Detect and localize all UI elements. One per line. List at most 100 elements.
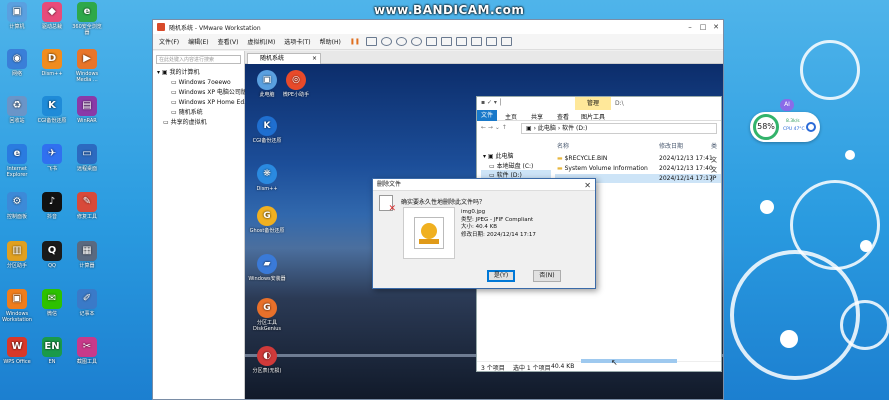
address-bar[interactable]: ▣ › 此电脑 › 软件 (D:) bbox=[521, 123, 717, 134]
desktop-icon[interactable]: ▣ Windows Workstation bbox=[0, 289, 34, 323]
guest-desktop-icon[interactable]: G Ghost备份还原 bbox=[248, 206, 286, 234]
guest-desktop-icon[interactable]: ◎ 微PE小助手 bbox=[277, 70, 315, 98]
desktop-icon[interactable]: ▤ WinRAR bbox=[70, 96, 104, 124]
vmware-titlebar[interactable]: 随机系统 - VMware Workstation – □ ✕ bbox=[153, 20, 723, 34]
system-monitor-widget[interactable]: 58% 8.3k/s CPU 47°C bbox=[750, 112, 820, 142]
status-bar: 3 个项目 选中 1 个项目 40.4 KB ↖ bbox=[477, 358, 721, 372]
pause-icon[interactable]: ❚❚ bbox=[350, 38, 360, 45]
desktop-icon[interactable]: Q QQ bbox=[35, 241, 69, 269]
ribbon-tab-share[interactable]: 共享 bbox=[531, 112, 543, 121]
menu-tabs[interactable]: 选项卡(T) bbox=[284, 37, 310, 46]
address-row: ← → ⌄ ↑ ▣ › 此电脑 › 软件 (D:) bbox=[477, 123, 721, 135]
desktop-icon[interactable]: ✈ 飞书 bbox=[35, 144, 69, 172]
stretch-icon[interactable] bbox=[500, 37, 512, 46]
desktop-icon-label: 远程桌面 bbox=[76, 166, 97, 172]
nav-pane-drive-c[interactable]: ▭ 本地磁盘 (C:) bbox=[489, 161, 533, 170]
revert-snapshot-icon[interactable] bbox=[395, 37, 407, 46]
dialog-titlebar[interactable]: 删除文件 ✕ bbox=[373, 179, 595, 191]
ai-badge[interactable]: AI bbox=[780, 99, 794, 111]
col-type[interactable]: 类 bbox=[711, 141, 717, 150]
desktop-icon[interactable]: ◆ 驱动总裁 bbox=[35, 2, 69, 30]
quick-access-icons[interactable]: ▪ ✓ ▾ │ bbox=[481, 99, 502, 106]
desktop-icon[interactable]: ▶ Windows Media ... bbox=[70, 49, 104, 83]
desktop-icon[interactable]: ♪ 抖音 bbox=[35, 192, 69, 220]
desktop-icon[interactable]: e Internet Explorer bbox=[0, 144, 34, 178]
desktop-icon[interactable]: ▥ 分区助手 bbox=[0, 241, 34, 269]
snapshot-manager-icon[interactable] bbox=[410, 37, 422, 46]
console-view-icon[interactable] bbox=[485, 37, 497, 46]
tree-my-computer[interactable]: ▾ ▣ 我的计算机 bbox=[153, 68, 244, 78]
desktop-icon[interactable]: ▦ 计算器 bbox=[70, 241, 104, 269]
desktop-icon[interactable]: e 360安全浏览器 bbox=[70, 2, 104, 36]
dialog-close-icon[interactable]: ✕ bbox=[584, 180, 591, 192]
wallpaper-dot bbox=[760, 200, 774, 214]
col-name[interactable]: 名称 bbox=[557, 141, 569, 150]
file-date: 2024/12/13 17:40 bbox=[659, 165, 713, 172]
col-date[interactable]: 修改日期 bbox=[659, 141, 683, 150]
unity-icon[interactable] bbox=[470, 37, 482, 46]
thumbnail-icon[interactable] bbox=[440, 37, 452, 46]
tree-vm-xp[interactable]: ▭ Windows XP 电脑公司版 bbox=[153, 88, 247, 98]
no-button[interactable]: 否(N) bbox=[533, 270, 561, 282]
desktop-icon[interactable]: ✎ 修复工具 bbox=[70, 192, 104, 220]
ribbon-manage-tab[interactable]: 管理 bbox=[575, 97, 611, 110]
menu-edit[interactable]: 编辑(E) bbox=[188, 37, 208, 46]
dialog-title: 删除文件 bbox=[377, 181, 402, 188]
tree-vm-random[interactable]: ▭ 随机系统 bbox=[153, 108, 244, 118]
library-icon[interactable] bbox=[425, 37, 437, 46]
tab-random-system[interactable]: 随机系统 × bbox=[247, 53, 321, 64]
minimize-icon[interactable]: – bbox=[685, 22, 695, 32]
tab-close-icon[interactable]: × bbox=[312, 54, 317, 64]
nav-pane-this-pc[interactable]: ▾ ▣ 此电脑 bbox=[483, 151, 514, 160]
guest-icon-label: Ghost备份还原 bbox=[249, 228, 285, 234]
send-keys-icon[interactable] bbox=[365, 37, 377, 46]
file-row[interactable]: ▬ $RECYCLE.BIN bbox=[557, 155, 607, 162]
desktop-icon-label: 截图工具 bbox=[76, 359, 97, 365]
guest-desktop-icon[interactable]: G 分区工具 DiskGenius bbox=[248, 298, 286, 332]
snapshot-icon[interactable] bbox=[380, 37, 392, 46]
desktop-icon[interactable]: ◉ 网络 bbox=[0, 49, 34, 77]
app-icon: ◎ bbox=[286, 70, 306, 90]
widget-settings-icon[interactable] bbox=[806, 122, 816, 132]
fullscreen-icon[interactable] bbox=[455, 37, 467, 46]
desktop-icon[interactable]: EN EN bbox=[35, 337, 69, 365]
library-search-input[interactable]: 在此处键入内容进行搜索 bbox=[156, 55, 241, 64]
guest-desktop-icon[interactable]: ❋ Dism++ bbox=[248, 164, 286, 192]
desktop-icon[interactable]: ✂ 截图工具 bbox=[70, 337, 104, 365]
ribbon-tab-file[interactable]: 文件 bbox=[477, 110, 497, 121]
app-icon: K bbox=[42, 96, 62, 116]
tree-vm-xp-home[interactable]: ▭ Windows XP Home Ed... bbox=[153, 98, 250, 108]
maximize-icon[interactable]: □ bbox=[698, 22, 708, 32]
desktop-icon[interactable]: ✐ 记事本 bbox=[70, 289, 104, 317]
desktop-icon[interactable]: ✉ 微信 bbox=[35, 289, 69, 317]
close-icon[interactable]: ✕ bbox=[711, 22, 721, 32]
tree-shared-vms[interactable]: ▭ 共享的虚拟机 bbox=[153, 118, 244, 128]
guest-desktop-icon[interactable]: ▰ Windows安装器 bbox=[248, 254, 286, 282]
ribbon-tab-home[interactable]: 主页 bbox=[505, 112, 517, 121]
cpu-temp: CPU 47°C bbox=[783, 127, 805, 132]
desktop-icon[interactable]: ▣ 计算机 bbox=[0, 2, 34, 30]
app-icon: Q bbox=[42, 241, 62, 261]
app-icon: ▤ bbox=[77, 96, 97, 116]
guest-desktop-icon[interactable]: K CGI备份还原 bbox=[248, 116, 286, 144]
nav-arrows-icon[interactable]: ← → ⌄ ↑ bbox=[481, 124, 507, 131]
yes-button[interactable]: 是(Y) bbox=[487, 270, 515, 282]
desktop-icon[interactable]: ▭ 远程桌面 bbox=[70, 144, 104, 172]
desktop-icon[interactable]: W WPS Office bbox=[0, 337, 34, 365]
guest-desktop-icon[interactable]: ◐ 分区表(无损) bbox=[248, 346, 286, 374]
explorer-titlebar[interactable]: ▪ ✓ ▾ │ 管理 D:\ bbox=[477, 97, 721, 110]
menu-vm[interactable]: 虚拟机(M) bbox=[247, 37, 275, 46]
menu-view[interactable]: 查看(V) bbox=[218, 37, 239, 46]
file-row[interactable]: ▬ System Volume Information bbox=[557, 165, 648, 172]
desktop-icon[interactable]: ♻ 回收站 bbox=[0, 96, 34, 124]
desktop-icon[interactable]: K CGI备份还原 bbox=[35, 96, 69, 124]
delete-file-dialog[interactable]: 删除文件 ✕ ✕ 确实要永久性地删除此文件吗？ img0.jpg 类型: JPE… bbox=[372, 178, 596, 289]
app-icon: ▥ bbox=[7, 241, 27, 261]
desktop-icon[interactable]: D Dism++ bbox=[35, 49, 69, 77]
ribbon-tab-picture-tools[interactable]: 图片工具 bbox=[581, 112, 605, 121]
desktop-icon[interactable]: ⚙ 控制面板 bbox=[0, 192, 34, 220]
tree-vm-win7[interactable]: ▭ Windows 7oeewo bbox=[153, 78, 244, 88]
ribbon-tab-view[interactable]: 查看 bbox=[557, 112, 569, 121]
menu-help[interactable]: 帮助(H) bbox=[320, 37, 341, 46]
menu-file[interactable]: 文件(F) bbox=[159, 37, 179, 46]
